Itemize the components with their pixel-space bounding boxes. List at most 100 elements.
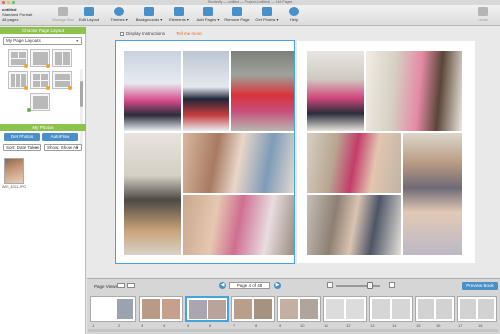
- elements-button[interactable]: Elements ▾: [164, 6, 194, 25]
- layout-badge: [24, 86, 28, 90]
- layout-cell: [55, 74, 70, 80]
- mini-photo: [162, 299, 180, 319]
- layout-cell: [63, 52, 70, 65]
- page-number: 9: [279, 323, 282, 328]
- page-number: 15: [416, 323, 421, 328]
- spread-thumbnail[interactable]: [231, 296, 275, 322]
- layout-badge: [46, 86, 50, 90]
- layouts-scrollbar[interactable]: [80, 69, 83, 147]
- page-number: 2: [118, 323, 121, 328]
- spread-thumbnail[interactable]: [323, 296, 367, 322]
- layout-option[interactable]: [52, 49, 72, 67]
- mini-photo: [392, 299, 410, 319]
- display-instructions-label: Display Instructions: [126, 31, 166, 36]
- spread-thumbnail[interactable]: [457, 296, 497, 322]
- page-strip-scrollbar[interactable]: [88, 329, 498, 332]
- layouts-dropdown[interactable]: My Page Layouts ▼: [3, 37, 82, 45]
- tell-me-more-link[interactable]: Tell me more: [176, 31, 202, 36]
- mini-photo: [346, 299, 364, 319]
- next-page-button[interactable]: ▶: [274, 282, 281, 289]
- page-number: 11: [324, 323, 329, 328]
- get-photos-icon: [262, 7, 272, 16]
- page-number: 3: [141, 323, 144, 328]
- layout-option[interactable]: [30, 93, 50, 111]
- single-page-view-button[interactable]: [117, 283, 125, 288]
- zoom-out-button[interactable]: [327, 282, 333, 288]
- page-number: 18: [478, 323, 483, 328]
- zoom-slider-handle[interactable]: [367, 282, 373, 289]
- photo-slot[interactable]: [307, 51, 364, 131]
- layout-cell: [11, 52, 18, 58]
- choose-layout-header[interactable]: Choose Page Layout: [0, 27, 86, 34]
- help-button[interactable]: Help: [279, 6, 309, 25]
- remove-page-button[interactable]: Remove Page: [222, 6, 252, 25]
- get-photos-sidebar-button[interactable]: Get Photos: [4, 133, 40, 141]
- undo-button[interactable]: Undo: [468, 6, 498, 25]
- layout-cell: [16, 74, 20, 87]
- mini-photo: [234, 299, 252, 319]
- show-dropdown[interactable]: Show: Show All ▼: [44, 144, 82, 151]
- preview-book-button[interactable]: Preview Book: [462, 282, 498, 290]
- toolbar: untitled Standard Portrait 48 pages Stor…: [0, 5, 500, 26]
- spread-thumbnail[interactable]: [415, 296, 455, 322]
- page-number: 5: [187, 323, 190, 328]
- mini-photo: [436, 299, 452, 319]
- add-pages-button[interactable]: Add Pages ▾: [193, 6, 223, 25]
- mini-photo: [208, 300, 226, 319]
- page-number: 4: [163, 323, 166, 328]
- layout-badge: [24, 64, 28, 68]
- get-photos-button[interactable]: Get Photos ▾: [252, 6, 282, 25]
- page-number: 12: [346, 323, 351, 328]
- spread-thumbnail[interactable]: [139, 296, 183, 322]
- photo-slot[interactable]: [307, 195, 401, 255]
- photo-slot[interactable]: [307, 133, 401, 193]
- spread-view-button[interactable]: [127, 283, 135, 288]
- spread-thumbnail-selected[interactable]: [185, 296, 229, 322]
- page-number: 16: [436, 323, 441, 328]
- previous-page-button[interactable]: ◀: [219, 282, 226, 289]
- page-number: 7: [233, 323, 236, 328]
- layout-cell: [55, 52, 62, 65]
- elements-icon: [174, 7, 184, 16]
- layout-cell: [19, 52, 26, 58]
- project-pages: 48 pages: [2, 17, 19, 22]
- mini-photo: [326, 299, 344, 319]
- chevron-down-icon: ▼: [75, 39, 79, 43]
- mini-photo: [460, 299, 476, 319]
- spread-thumbnail[interactable]: [90, 296, 136, 322]
- spread-thumbnail[interactable]: [369, 296, 413, 322]
- mini-photo: [418, 299, 434, 319]
- mini-photo: [117, 299, 133, 319]
- photo-slot[interactable]: [403, 133, 462, 255]
- photo-thumbnail[interactable]: [4, 158, 24, 184]
- page-number: 1: [92, 323, 95, 328]
- add-pages-icon: [203, 7, 213, 16]
- backgrounds-icon: [144, 7, 154, 16]
- scrollbar-thumb[interactable]: [80, 81, 83, 107]
- edit-layout-button[interactable]: Edit Layout: [74, 6, 104, 25]
- layout-badge: [46, 64, 50, 68]
- storage-icon: [58, 7, 68, 16]
- page-number: 8: [255, 323, 258, 328]
- backgrounds-button[interactable]: Backgrounds ▾: [134, 6, 164, 25]
- page-number: 14: [392, 323, 397, 328]
- layout-cell: [41, 74, 48, 80]
- layout-icon: [84, 7, 94, 16]
- display-instructions-checkbox[interactable]: [120, 32, 124, 36]
- undo-icon: [478, 7, 488, 16]
- mini-photo: [189, 300, 207, 319]
- layout-cell: [33, 96, 48, 109]
- photo-slot[interactable]: [366, 51, 462, 131]
- zoom-slider[interactable]: [336, 285, 380, 287]
- mini-photo: [478, 299, 494, 319]
- layout-cell: [33, 74, 40, 80]
- mini-photo: [372, 299, 390, 319]
- mini-photo: [300, 299, 318, 319]
- page-number: 17: [458, 323, 463, 328]
- sort-dropdown[interactable]: Sort: Date Taken ▼: [3, 144, 41, 151]
- my-photos-header[interactable]: My Photos: [0, 124, 86, 131]
- autoflow-button[interactable]: AutoFlow: [42, 133, 78, 141]
- zoom-in-button[interactable]: [389, 282, 395, 288]
- spread-thumbnail[interactable]: [277, 296, 321, 322]
- themes-button[interactable]: Themes ▾: [104, 6, 134, 25]
